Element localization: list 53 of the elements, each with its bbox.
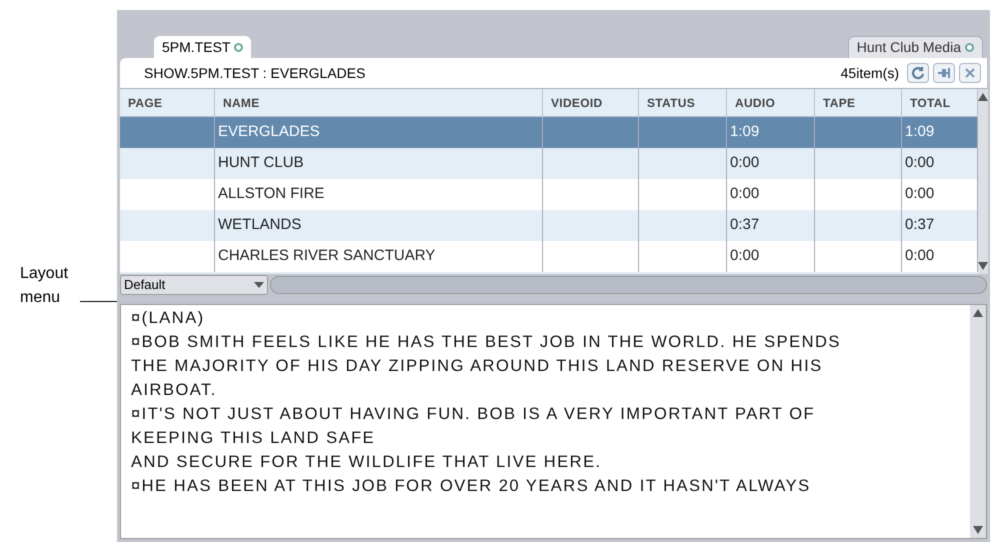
caret-icon bbox=[254, 282, 264, 288]
table-cell-text: 0:37 bbox=[905, 215, 934, 236]
script-line: ¤(LANA) bbox=[131, 308, 205, 329]
table-cell-text: EVERGLADES bbox=[218, 122, 320, 142]
table-cell-text: 0:00 bbox=[730, 153, 760, 174]
table-cell-text: 0:00 bbox=[730, 246, 760, 266]
table-cell-text: HUNT CLUB bbox=[218, 153, 304, 174]
pin-icon bbox=[937, 66, 951, 80]
column-header[interactable]: PAGE bbox=[120, 89, 215, 116]
tab[interactable]: Hunt Club Media bbox=[848, 36, 983, 58]
tab[interactable]: 5PM.TEST bbox=[154, 36, 252, 58]
column-header[interactable]: TAPE bbox=[815, 89, 902, 116]
table-row[interactable]: WETLANDS 0:37 0:37 bbox=[120, 210, 978, 241]
annotation-label: Layout menu bbox=[20, 264, 70, 308]
script-line: KEEPING THIS LAND SAFE bbox=[131, 428, 376, 449]
table-cell-text: 0:00 bbox=[905, 246, 934, 266]
layout-dropdown[interactable]: Default bbox=[120, 275, 268, 295]
script-line: ¤BOB SMITH FEELS LIKE HE HAS THE BEST JOB IN THE WORLD. HE SPENDS bbox=[131, 332, 841, 353]
column-header[interactable]: AUDIO bbox=[727, 89, 815, 116]
pin-button[interactable] bbox=[933, 63, 955, 83]
scroll-down-icon[interactable] bbox=[978, 262, 988, 270]
horizontal-scrollbar[interactable] bbox=[270, 276, 987, 294]
scroll-up-icon[interactable] bbox=[978, 93, 988, 101]
script-line: THE MAJORITY OF HIS DAY ZIPPING AROUND THIS LAND RESERVE ON HIS bbox=[131, 356, 823, 377]
table-cell-text: CHARLES RIVER SANCTUARY bbox=[218, 246, 436, 266]
script-line: ¤HE HAS BEEN AT THIS JOB FOR OVER 20 YEARS AND IT HASN'T ALWAYS bbox=[131, 476, 811, 497]
column-header[interactable]: VIDEOID bbox=[543, 89, 639, 116]
close-icon bbox=[963, 66, 977, 80]
table-row[interactable]: HUNT CLUB 0:00 0:00 bbox=[120, 148, 978, 179]
table-cell-text: ALLSTON FIRE bbox=[218, 184, 324, 204]
script-line: ¤IT'S NOT JUST ABOUT HAVING FUN. BOB IS A VERY IMPORTANT PART OF bbox=[131, 404, 816, 425]
script-line: AIRBOAT. bbox=[131, 380, 217, 401]
vertical-scrollbar[interactable] bbox=[970, 305, 986, 538]
vertical-scrollbar[interactable] bbox=[978, 89, 988, 274]
script-line: AND SECURE FOR THE WILDLIFE THAT LIVE HERE. bbox=[131, 452, 602, 473]
table-cell-text: WETLANDS bbox=[218, 215, 302, 236]
item-count: 45item(s) bbox=[840, 64, 899, 83]
table-cell-text: 0:37 bbox=[730, 215, 760, 236]
story-title: SHOW.5PM.TEST : EVERGLADES bbox=[144, 64, 366, 82]
scroll-up-icon[interactable] bbox=[973, 309, 983, 317]
leader-line bbox=[80, 301, 117, 302]
table-row[interactable]: EVERGLADES 1:09 1:09 bbox=[120, 117, 978, 148]
table-cell-text: 0:00 bbox=[905, 153, 934, 174]
table-cell-text: 1:09 bbox=[905, 122, 934, 142]
table-cell-text: 1:09 bbox=[730, 122, 760, 142]
refresh-icon bbox=[911, 66, 925, 80]
table-cell-text: 0:00 bbox=[730, 184, 760, 204]
column-header[interactable]: STATUS bbox=[639, 89, 727, 116]
refresh-button[interactable] bbox=[907, 63, 929, 83]
close-button[interactable] bbox=[959, 63, 981, 83]
table-cell-text: 0:00 bbox=[905, 184, 934, 204]
scroll-down-icon[interactable] bbox=[973, 526, 983, 534]
column-header[interactable]: NAME bbox=[215, 89, 543, 116]
